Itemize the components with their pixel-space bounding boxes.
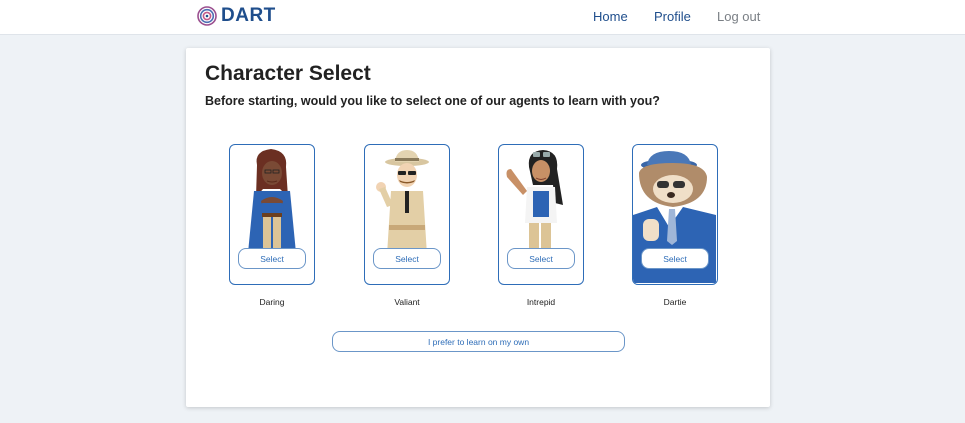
select-button-valiant[interactable]: Select: [373, 248, 441, 269]
top-navbar: DART Home Profile Log out: [0, 0, 965, 35]
nav-logout-link[interactable]: Log out: [717, 9, 760, 24]
select-button-dartie[interactable]: Select: [641, 248, 709, 269]
page-title: Character Select: [205, 62, 371, 85]
page-subtitle: Before starting, would you like to selec…: [205, 94, 660, 108]
dart-logo[interactable]: DART: [197, 5, 276, 27]
agent-name-valiant: Valiant: [394, 297, 420, 307]
select-button-daring[interactable]: Select: [238, 248, 306, 269]
agent-name-dartie: Dartie: [663, 297, 687, 307]
learn-on-my-own-button[interactable]: I prefer to learn on my own: [332, 331, 625, 352]
agent-name-daring: Daring: [259, 297, 285, 307]
target-icon: [197, 6, 217, 26]
nav-profile-link[interactable]: Profile: [654, 9, 691, 24]
agent-name-intrepid: Intrepid: [526, 297, 556, 307]
agent-card-valiant[interactable]: Select: [364, 144, 450, 285]
logo-text: DART: [221, 5, 276, 26]
agent-card-intrepid[interactable]: Select: [498, 144, 584, 285]
select-button-intrepid[interactable]: Select: [507, 248, 575, 269]
nav-home-link[interactable]: Home: [593, 9, 628, 24]
agent-card-daring[interactable]: Select: [229, 144, 315, 285]
agent-card-dartie[interactable]: Select: [632, 144, 718, 285]
character-select-card: Character Select Before starting, would …: [186, 48, 770, 407]
